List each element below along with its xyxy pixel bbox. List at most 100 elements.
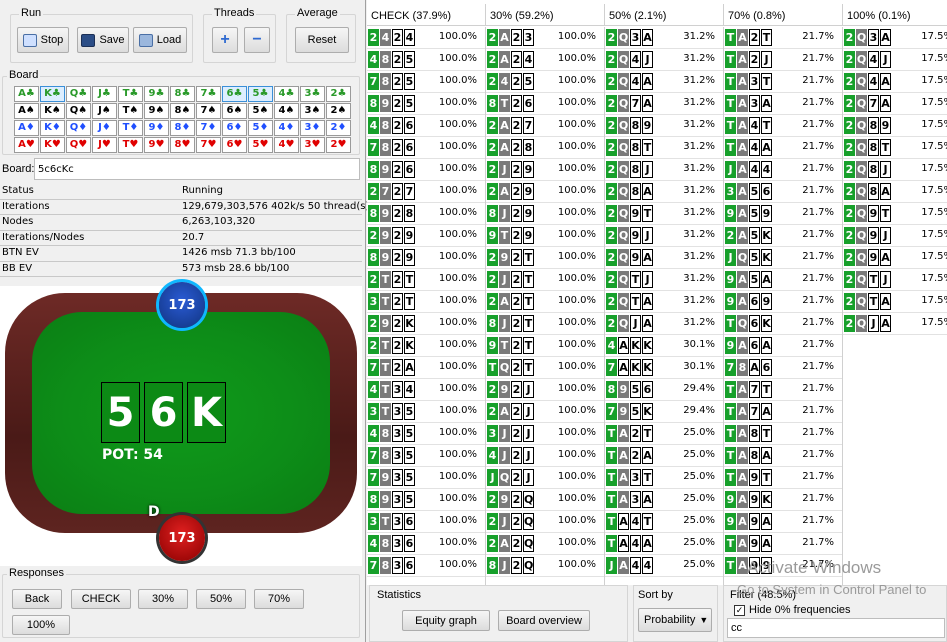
combo-row[interactable]: 7 8 A 6 21.7%: [724, 357, 842, 379]
combo-row[interactable]: 2 A 2 4 100.0%: [486, 49, 604, 71]
board-card-button[interactable]: K♦: [40, 120, 65, 136]
combo-row[interactable]: 2 A 2 9 100.0%: [486, 181, 604, 203]
combo-row[interactable]: T A 3 A 21.7%: [724, 93, 842, 115]
combo-row[interactable]: 2 J 2 T 100.0%: [486, 269, 604, 291]
combo-row[interactable]: 2QTA 17.5%: [843, 291, 947, 313]
combo-row[interactable]: 7 9 5 K 29.4%: [605, 401, 723, 423]
combo-row[interactable]: 2 Q 9 T 31.2%: [605, 203, 723, 225]
combo-row[interactable]: 2 T 2 T 100.0%: [367, 269, 485, 291]
combo-row[interactable]: 9 A 6 A 21.7%: [724, 335, 842, 357]
strategy-column-header[interactable]: CHECK (37.9%): [367, 4, 486, 26]
response-button[interactable]: 30%: [138, 589, 188, 609]
combo-row[interactable]: 7 8 2 6 100.0%: [367, 137, 485, 159]
combo-row[interactable]: 3 A 5 6 21.7%: [724, 181, 842, 203]
splitter[interactable]: [365, 0, 366, 642]
combo-row[interactable]: 7 8 2 5 100.0%: [367, 71, 485, 93]
board-card-button[interactable]: 2♠: [326, 103, 351, 119]
combo-row[interactable]: 8 9 2 9 100.0%: [367, 247, 485, 269]
combo-row[interactable]: 9 T 2 9 100.0%: [486, 225, 604, 247]
combo-row[interactable]: 2Q4A 17.5%: [843, 71, 947, 93]
combo-row[interactable]: 2Q9A 17.5%: [843, 247, 947, 269]
strategy-column-header[interactable]: 70% (0.8%): [724, 4, 843, 26]
board-card-button[interactable]: 7♣: [196, 86, 221, 102]
combo-row[interactable]: 2 T 2 K 100.0%: [367, 335, 485, 357]
combo-row[interactable]: 3 J 2 J 100.0%: [486, 423, 604, 445]
combo-row[interactable]: 2 Q 9 A 31.2%: [605, 247, 723, 269]
board-card-button[interactable]: 4♥: [274, 137, 299, 153]
board-card-button[interactable]: J♥: [92, 137, 117, 153]
board-card-button[interactable]: 5♥: [248, 137, 273, 153]
combo-row[interactable]: 3 T 3 5 100.0%: [367, 401, 485, 423]
combo-row[interactable]: 4 8 3 5 100.0%: [367, 423, 485, 445]
combo-row[interactable]: T Q 2 T 100.0%: [486, 357, 604, 379]
combo-row[interactable]: T A 7 A 21.7%: [724, 401, 842, 423]
combo-row[interactable]: 2Q9J 17.5%: [843, 225, 947, 247]
combo-row[interactable]: 2 Q J A 31.2%: [605, 313, 723, 335]
combo-row[interactable]: 7 A K K 30.1%: [605, 357, 723, 379]
combo-row[interactable]: 8 J 2 T 100.0%: [486, 313, 604, 335]
combo-row[interactable]: T A 9 A 21.7%: [724, 533, 842, 555]
combo-row[interactable]: 2 A 2 Q 100.0%: [486, 533, 604, 555]
board-card-button[interactable]: 9♠: [144, 103, 169, 119]
combo-row[interactable]: 4 T 3 4 100.0%: [367, 379, 485, 401]
combo-row[interactable]: 3 T 3 6 100.0%: [367, 511, 485, 533]
board-card-button[interactable]: 3♦: [300, 120, 325, 136]
combo-row[interactable]: 2 Q 7 A 31.2%: [605, 93, 723, 115]
combo-row[interactable]: T A 3 A 25.0%: [605, 489, 723, 511]
board-card-button[interactable]: 6♥: [222, 137, 247, 153]
combo-row[interactable]: 2 4 2 5 100.0%: [486, 71, 604, 93]
combo-row[interactable]: 2 A 2 7 100.0%: [486, 115, 604, 137]
combo-row[interactable]: 2 Q 8 A 31.2%: [605, 181, 723, 203]
combo-row[interactable]: 2 A 5 K 21.7%: [724, 225, 842, 247]
combo-row[interactable]: 2 Q 4 A 31.2%: [605, 71, 723, 93]
combo-row[interactable]: 2 Q 9 J 31.2%: [605, 225, 723, 247]
board-card-button[interactable]: Q♦: [66, 120, 91, 136]
strategy-column-header[interactable]: 30% (59.2%): [486, 4, 605, 26]
board-card-button[interactable]: 9♣: [144, 86, 169, 102]
combo-row[interactable]: 2Q8J 17.5%: [843, 159, 947, 181]
combo-row[interactable]: 2 Q 4 J 31.2%: [605, 49, 723, 71]
combo-row[interactable]: 2 9 2 T 100.0%: [486, 247, 604, 269]
combo-row[interactable]: 7 8 3 6 100.0%: [367, 555, 485, 577]
combo-row[interactable]: 8 J 2 9 100.0%: [486, 203, 604, 225]
combo-row[interactable]: 4 8 2 5 100.0%: [367, 49, 485, 71]
board-card-button[interactable]: 5♣: [248, 86, 273, 102]
equity-graph-button[interactable]: Equity graph: [402, 610, 490, 631]
combo-row[interactable]: 2Q8A 17.5%: [843, 181, 947, 203]
board-card-button[interactable]: 6♣: [222, 86, 247, 102]
combo-row[interactable]: 2Q8T 17.5%: [843, 137, 947, 159]
stop-button[interactable]: Stop: [17, 27, 69, 53]
combo-row[interactable]: T A 2 J 21.7%: [724, 49, 842, 71]
sortby-select[interactable]: Probability ▼: [638, 608, 712, 632]
board-card-button[interactable]: 7♦: [196, 120, 221, 136]
board-card-button[interactable]: Q♥: [66, 137, 91, 153]
combo-row[interactable]: 8 9 2 5 100.0%: [367, 93, 485, 115]
combo-row[interactable]: T A 4 A 21.7%: [724, 137, 842, 159]
board-input[interactable]: 5c6cKc: [34, 158, 360, 180]
board-card-button[interactable]: 3♠: [300, 103, 325, 119]
combo-row[interactable]: 2 Q 8 9 31.2%: [605, 115, 723, 137]
combo-row[interactable]: 9 A 9 A 21.7%: [724, 511, 842, 533]
board-card-button[interactable]: 5♦: [248, 120, 273, 136]
combo-row[interactable]: 2 A 2 T 100.0%: [486, 291, 604, 313]
combo-row[interactable]: 2 9 2 K 100.0%: [367, 313, 485, 335]
combo-row[interactable]: 2 9 2 9 100.0%: [367, 225, 485, 247]
board-card-button[interactable]: J♠: [92, 103, 117, 119]
hide-zero-checkbox[interactable]: ✓: [734, 605, 745, 616]
reset-button[interactable]: Reset: [295, 27, 349, 53]
board-card-button[interactable]: A♠: [14, 103, 39, 119]
combo-row[interactable]: 2 Q T J 31.2%: [605, 269, 723, 291]
combo-row[interactable]: 8 9 5 6 29.4%: [605, 379, 723, 401]
combo-row[interactable]: 2 9 2 Q 100.0%: [486, 489, 604, 511]
response-button[interactable]: 100%: [12, 615, 70, 635]
board-card-button[interactable]: A♦: [14, 120, 39, 136]
combo-row[interactable]: 9 A 5 9 21.7%: [724, 203, 842, 225]
combo-row[interactable]: 2 J 2 Q 100.0%: [486, 511, 604, 533]
combo-row[interactable]: 2 4 2 4 100.0%: [367, 27, 485, 49]
board-card-button[interactable]: Q♣: [66, 86, 91, 102]
board-card-button[interactable]: 2♣: [326, 86, 351, 102]
board-card-button[interactable]: 8♣: [170, 86, 195, 102]
combo-row[interactable]: 2 A 2 3 100.0%: [486, 27, 604, 49]
combo-row[interactable]: 7 T 2 A 100.0%: [367, 357, 485, 379]
save-button[interactable]: Save: [77, 27, 129, 53]
